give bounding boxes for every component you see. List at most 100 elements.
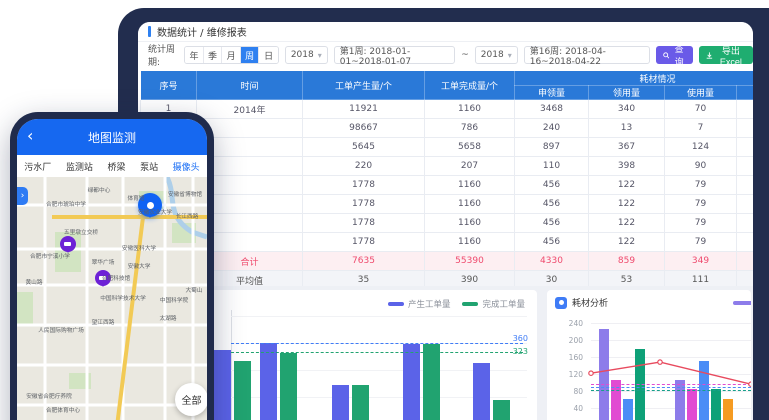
table-cell: 250 — [737, 100, 754, 119]
table-cell: 1778 — [303, 176, 425, 195]
table-cell: 79 — [665, 176, 737, 195]
year-to-value: 2018 — [481, 50, 504, 60]
table-cell: 367 — [589, 138, 665, 157]
table-cell: 5658 — [425, 138, 515, 157]
week-to-input[interactable]: 第16周: 2018-04-16~2018-04-22 — [524, 46, 650, 64]
period-segment-月[interactable]: 月 — [222, 47, 241, 63]
bar-产生工单量 — [473, 363, 490, 420]
show-all-button[interactable]: 全部 — [175, 383, 207, 416]
filter-bar: 统计周期: 年季月周日 2018 ▾ 第1周: 2018-01-01~2018-… — [138, 42, 753, 68]
phone-mockup: ‹ 地图监测 污水厂监测站桥梁泵站摄像头 — [10, 112, 214, 420]
map-place-label: 人民国际购物广场 — [38, 325, 84, 334]
table-header-row: 序号时间工单产生量/个工单完成量/个耗材情况 — [141, 71, 754, 86]
table-cell: 79 — [665, 214, 737, 233]
phone-tab-泵站[interactable]: 泵站 — [140, 160, 158, 173]
legend-swatch — [388, 302, 404, 306]
table-cell: 207 — [425, 157, 515, 176]
table-row: 42202071103989019 — [141, 157, 754, 176]
table-cell: 79 — [665, 195, 737, 214]
table-row: 7177811604561227967 — [141, 214, 754, 233]
map-place-label: 长江西路 — [176, 211, 199, 220]
year-to-select[interactable]: 2018 ▾ — [475, 46, 518, 64]
table-cell: 220 — [303, 157, 425, 176]
table-row: 356455658897367124129 — [141, 138, 754, 157]
table-cell: 1778 — [303, 233, 425, 252]
phone-tab-桥梁[interactable]: 桥梁 — [107, 160, 125, 173]
table-cell: 1160 — [425, 100, 515, 119]
map-layer-expander[interactable]: › — [17, 187, 28, 205]
phone-tab-污水厂[interactable]: 污水厂 — [24, 160, 51, 173]
table-cell: 124 — [665, 138, 737, 157]
map-place-label: 望江西路 — [92, 317, 115, 326]
week-from-input[interactable]: 第1周: 2018-01-01~2018-01-07 — [334, 46, 456, 64]
phone-tab-摄像头[interactable]: 摄像头 — [173, 160, 200, 173]
map-place-label: 大蜀山 — [185, 285, 202, 294]
search-button[interactable]: 查询 — [656, 46, 693, 64]
map-place-label: 黄山路 — [25, 277, 42, 286]
sub-column-header: 领用量 — [589, 86, 665, 100]
week-to-value: 第16周: 2018-04-16~2018-04-22 — [530, 44, 644, 67]
table-cell: 122 — [589, 233, 665, 252]
table-cell: 11921 — [303, 100, 425, 119]
download-icon — [706, 51, 713, 60]
bar-产生工单量 — [332, 385, 349, 420]
average-dash-line — [231, 343, 523, 344]
sub-column-header: 使用量 — [665, 86, 737, 100]
table-cell: 19 — [737, 157, 754, 176]
table-cell: 240 — [515, 119, 589, 138]
map-view[interactable]: › 全部 绿都中心体育馆合肥市琥珀中学安徽农业大学安徽省博物馆长江西路五里墩立交… — [17, 177, 207, 420]
table-row: 298667786240137690 — [141, 119, 754, 138]
table-cell: 456 — [515, 176, 589, 195]
camera-pin[interactable] — [60, 236, 76, 252]
period-segment-日[interactable]: 日 — [259, 47, 277, 63]
period-segment-年[interactable]: 年 — [185, 47, 204, 63]
calendar-icon: ▾ — [318, 51, 322, 60]
bar-完成工单量 — [352, 385, 369, 420]
table-cell: 122 — [589, 176, 665, 195]
bar-完成工单量 — [280, 353, 297, 420]
average-dash-line — [231, 352, 523, 353]
period-segment-季[interactable]: 季 — [204, 47, 223, 63]
column-header: 工单产生量/个 — [303, 71, 425, 100]
table-cell: 5645 — [303, 138, 425, 157]
table-cell: 1160 — [425, 195, 515, 214]
search-icon — [663, 51, 670, 60]
table-cell: 67 — [737, 176, 754, 195]
gridline — [231, 316, 527, 317]
export-button-label: 导出Excel — [716, 44, 746, 67]
phone-tab-监测站[interactable]: 监测站 — [66, 160, 93, 173]
legend-label: 产生工单量 — [408, 298, 451, 310]
year-from-select[interactable]: 2018 ▾ — [285, 46, 328, 64]
period-segment-周[interactable]: 周 — [241, 47, 260, 63]
filter-label: 统计周期: — [148, 42, 178, 68]
table-cell: 859 — [589, 252, 665, 271]
range-tilde: ~ — [461, 50, 469, 60]
phone-tab-bar: 污水厂 监测站 桥梁 泵站 摄像头 — [17, 155, 207, 177]
average-line-label: 323 — [498, 347, 528, 356]
legend-label: 完成工单量 — [482, 298, 525, 310]
consumables-chart-card: 耗材分析 2402001601208040 — [547, 290, 751, 420]
bar-产生工单量 — [260, 343, 277, 420]
bar-完成工单量 — [423, 344, 440, 420]
calendar-icon: ▾ — [508, 51, 512, 60]
breadcrumb-text: 数据统计 / 维修报表 — [157, 24, 247, 39]
map-place-label: 绿都中心 — [88, 185, 111, 194]
legend-item: 完成工单量 — [462, 298, 525, 310]
table-cell: 398 — [589, 157, 665, 176]
column-header: 工单完成量/个 — [425, 71, 515, 100]
map-place-label: 五里墩立交桥 — [64, 227, 98, 236]
y-axis-line — [231, 310, 232, 420]
period-segmented-control: 年季月周日 — [184, 46, 279, 64]
table-cell: 2014年 — [197, 100, 303, 119]
export-excel-button[interactable]: 导出Excel — [699, 46, 753, 64]
table-cell: 1160 — [425, 214, 515, 233]
table-cell: 349 — [665, 252, 737, 271]
trend-line — [547, 290, 751, 420]
map-place-label: 安徽省合肥疗养院 — [26, 391, 72, 400]
table-cell: 122 — [589, 195, 665, 214]
map-place-label: 合肥体育中心 — [46, 405, 80, 414]
back-icon[interactable]: ‹ — [27, 126, 33, 146]
legend-swatch — [462, 302, 478, 306]
chart-legend: 产生工单量 完成工单量 — [388, 298, 525, 310]
table-cell: 70 — [665, 100, 737, 119]
